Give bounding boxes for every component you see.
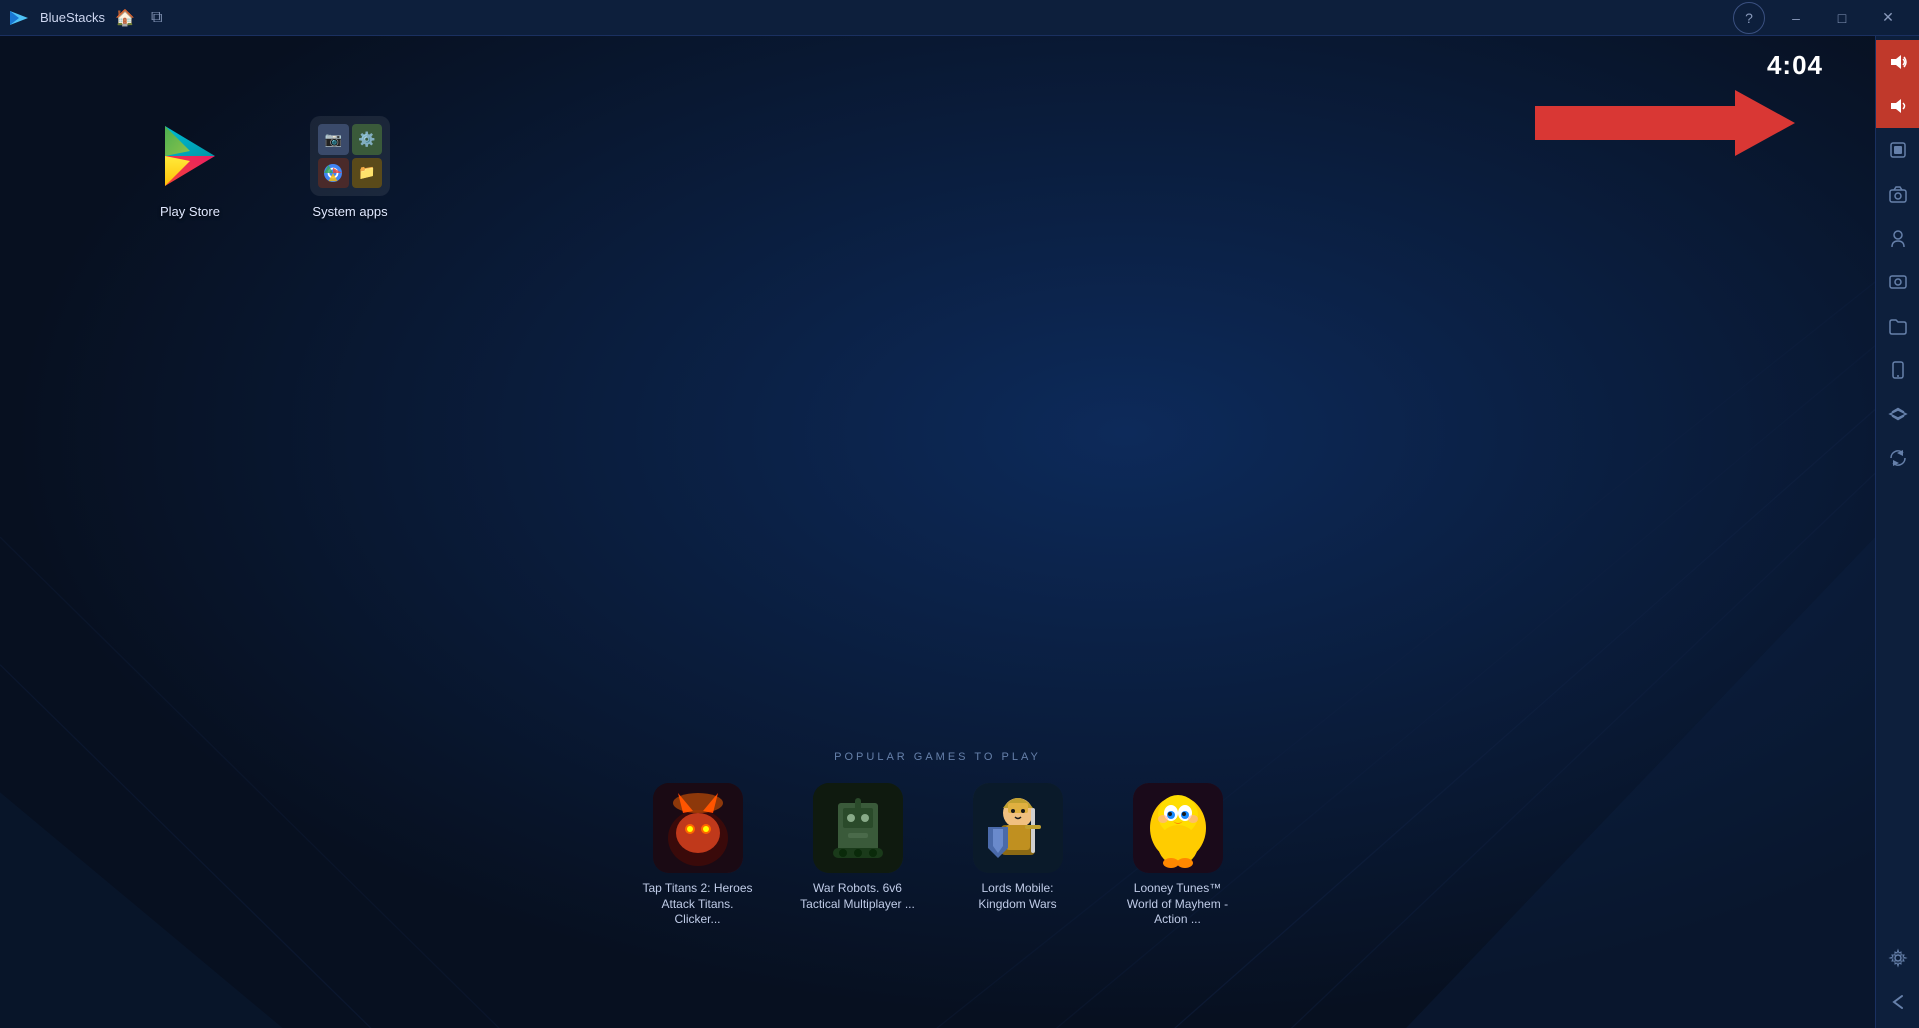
main-area: 4:04 — [0, 36, 1919, 1028]
game-item-tap-titans[interactable]: Tap Titans 2: Heroes Attack Titans. Clic… — [638, 783, 758, 928]
android-screen[interactable]: 4:04 — [0, 36, 1875, 1028]
portrait-button[interactable] — [1876, 216, 1919, 260]
looney-tunes-name: Looney Tunes™ World of Mayhem - Action .… — [1118, 881, 1238, 928]
war-robots-thumb — [813, 783, 903, 873]
folder-button[interactable] — [1876, 304, 1919, 348]
games-row: Tap Titans 2: Heroes Attack Titans. Clic… — [638, 783, 1238, 928]
phone-button[interactable] — [1876, 348, 1919, 392]
titlebar-left: BlueStacks 🏠 ⧉ — [8, 7, 162, 29]
volume-up-button[interactable] — [1876, 40, 1919, 84]
game-item-lords-mobile[interactable]: Lords Mobile: Kingdom Wars — [958, 783, 1078, 912]
game-item-looney-tunes[interactable]: Looney Tunes™ World of Mayhem - Action .… — [1118, 783, 1238, 928]
close-button[interactable]: ✕ — [1865, 0, 1911, 36]
screen-rotate-button[interactable] — [1876, 128, 1919, 172]
system-apps-icon-img: 📷 ⚙️ 📁 — [310, 116, 390, 196]
home-icon[interactable]: 🏠 — [115, 8, 135, 28]
titlebar-icons: 🏠 ⧉ — [115, 8, 162, 28]
play-store-icon[interactable]: Play Store — [140, 116, 240, 219]
titlebar: BlueStacks 🏠 ⧉ ? – □ ✕ — [0, 0, 1919, 36]
red-arrow-annotation — [1535, 88, 1795, 158]
popular-label: POPULAR GAMES TO PLAY — [834, 751, 1041, 763]
chrome-mini-icon — [318, 158, 349, 189]
time-display: 4:04 — [1767, 50, 1823, 81]
help-button[interactable]: ? — [1733, 2, 1765, 34]
play-store-icon-img — [150, 116, 230, 196]
play-store-label: Play Store — [160, 204, 220, 219]
volume-down-button[interactable] — [1876, 84, 1919, 128]
titlebar-right: ? – □ ✕ — [1733, 0, 1911, 36]
back-button[interactable] — [1876, 980, 1919, 1024]
folder-mini-icon: 📁 — [352, 158, 383, 189]
play-store-logo — [155, 121, 225, 191]
app-title: BlueStacks — [40, 10, 105, 25]
right-sidebar — [1875, 36, 1919, 1028]
camera-mini-icon: 📷 — [318, 124, 349, 155]
tap-titans-thumb — [653, 783, 743, 873]
system-apps-label: System apps — [312, 204, 387, 219]
looney-tunes-thumb — [1133, 783, 1223, 873]
lords-mobile-name: Lords Mobile: Kingdom Wars — [958, 881, 1078, 912]
game-item-war-robots[interactable]: War Robots. 6v6 Tactical Multiplayer ... — [798, 783, 918, 912]
minimize-button[interactable]: – — [1773, 0, 1819, 36]
desktop-icons: Play Store 📷 ⚙️ — [140, 116, 400, 219]
system-apps-icon[interactable]: 📷 ⚙️ 📁 — [300, 116, 400, 219]
war-robots-name: War Robots. 6v6 Tactical Multiplayer ... — [798, 881, 918, 912]
settings-button[interactable] — [1876, 936, 1919, 980]
screenshot-button[interactable] — [1876, 260, 1919, 304]
tap-titans-name: Tap Titans 2: Heroes Attack Titans. Clic… — [638, 881, 758, 928]
multitab-icon[interactable]: ⧉ — [151, 9, 162, 27]
settings-mini-icon: ⚙️ — [352, 124, 383, 155]
maximize-button[interactable]: □ — [1819, 0, 1865, 36]
layers-button[interactable] — [1876, 392, 1919, 436]
camera-button[interactable] — [1876, 172, 1919, 216]
bluestacks-logo-icon — [8, 7, 30, 29]
popular-games-section: POPULAR GAMES TO PLAY — [0, 751, 1875, 928]
lords-mobile-thumb — [973, 783, 1063, 873]
sync-button[interactable] — [1876, 436, 1919, 480]
